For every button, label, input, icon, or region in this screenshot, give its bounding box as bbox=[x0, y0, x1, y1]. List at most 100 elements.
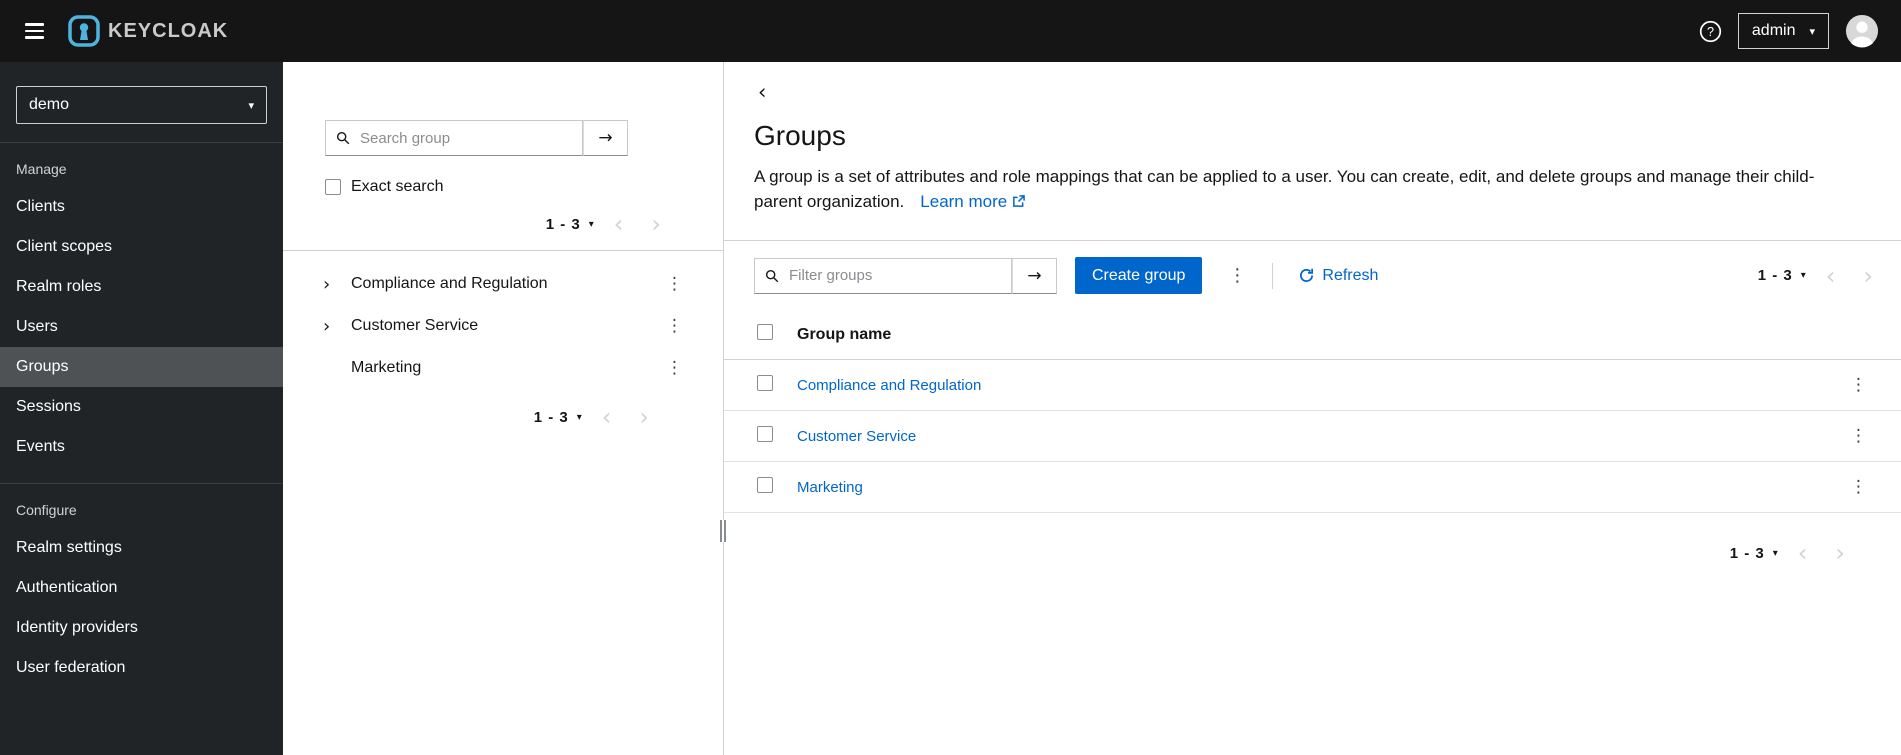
refresh-icon bbox=[1300, 268, 1314, 282]
row-checkbox[interactable] bbox=[757, 375, 773, 391]
sidebar-item-authentication[interactable]: Authentication bbox=[0, 568, 283, 608]
pagination-next-button[interactable]: › bbox=[1821, 541, 1859, 565]
sidebar-item-identity-providers[interactable]: Identity providers bbox=[0, 608, 283, 648]
nav-section-title-manage: Manage bbox=[16, 161, 67, 177]
pagination-prev-button[interactable]: ‹ bbox=[1784, 541, 1822, 565]
page-description-text: A group is a set of attributes and role … bbox=[754, 167, 1815, 211]
pagination-prev-button[interactable]: ‹ bbox=[1812, 264, 1850, 288]
panel-resize-handle[interactable] bbox=[720, 520, 726, 542]
kebab-menu-button[interactable]: ⋮ bbox=[660, 272, 689, 296]
refresh-button[interactable]: Refresh bbox=[1293, 266, 1384, 286]
row-checkbox[interactable] bbox=[757, 426, 773, 442]
sidebar-item-realm-roles[interactable]: Realm roles bbox=[0, 267, 283, 307]
sidebar: demo ▾ Manage Clients Client scopes Real… bbox=[0, 62, 283, 755]
group-search-box bbox=[325, 120, 583, 156]
pagination-range-dropdown[interactable]: 1 - 3 ▾ bbox=[1752, 266, 1812, 285]
table-row: Compliance and Regulation ⋮ bbox=[724, 359, 1901, 411]
exact-search-label: Exact search bbox=[351, 178, 444, 195]
pagination-range-dropdown[interactable]: 1 - 3 ▾ bbox=[1724, 544, 1784, 563]
row-kebab-button[interactable]: ⋮ bbox=[1844, 475, 1873, 499]
group-link[interactable]: Customer Service bbox=[797, 428, 916, 445]
refresh-label: Refresh bbox=[1322, 266, 1379, 284]
learn-more-link[interactable]: Learn more bbox=[920, 189, 1026, 214]
exact-search-checkbox[interactable] bbox=[325, 179, 341, 195]
pagination-prev-button[interactable]: ‹ bbox=[600, 212, 638, 236]
group-link[interactable]: Marketing bbox=[797, 479, 863, 496]
table-pagination-top: 1 - 3 ▾ ‹ › bbox=[1752, 264, 1887, 288]
group-tree-item-label[interactable]: Customer Service bbox=[351, 317, 660, 335]
kebab-menu-button[interactable]: ⋮ bbox=[660, 314, 689, 338]
group-link[interactable]: Compliance and Regulation bbox=[797, 377, 981, 394]
sidebar-item-users[interactable]: Users bbox=[0, 307, 283, 347]
keycloak-logo-icon bbox=[68, 15, 100, 47]
filter-submit-button[interactable]: → bbox=[1012, 257, 1057, 294]
sidebar-item-sessions[interactable]: Sessions bbox=[0, 387, 283, 427]
tree-row: › Customer Service ⋮ bbox=[283, 305, 723, 347]
pagination-range-label: 1 - 3 bbox=[533, 408, 569, 426]
sidebar-item-groups[interactable]: Groups bbox=[0, 347, 283, 387]
keycloak-logo[interactable]: KEYCLOAK bbox=[68, 15, 228, 47]
row-kebab-button[interactable]: ⋮ bbox=[1844, 373, 1873, 397]
hamburger-icon bbox=[24, 36, 44, 39]
search-submit-button[interactable]: → bbox=[583, 120, 628, 156]
username-label: admin bbox=[1751, 22, 1796, 39]
toolbar-kebab-button[interactable]: ⋮ bbox=[1222, 263, 1252, 288]
pagination-range-dropdown[interactable]: 1 - 3 ▾ bbox=[540, 215, 600, 234]
group-tree-item-label[interactable]: Marketing bbox=[351, 359, 660, 377]
row-kebab-button[interactable]: ⋮ bbox=[1844, 424, 1873, 448]
hamburger-icon bbox=[24, 29, 44, 33]
keycloak-logo-text: KEYCLOAK bbox=[108, 19, 229, 42]
realm-selector-label: demo bbox=[29, 96, 70, 113]
tree-pagination-top: 1 - 3 ▾ ‹ › bbox=[540, 212, 675, 236]
learn-more-label: Learn more bbox=[920, 192, 1008, 211]
chevron-down-icon: ▾ bbox=[1800, 270, 1806, 281]
expand-toggle-icon[interactable]: › bbox=[323, 316, 351, 337]
sidebar-item-client-scopes[interactable]: Client scopes bbox=[0, 227, 283, 267]
chevron-down-icon: ▾ bbox=[248, 98, 254, 112]
search-icon bbox=[336, 131, 350, 145]
table-row: Customer Service ⋮ bbox=[724, 410, 1901, 462]
pagination-range-dropdown[interactable]: 1 - 3 ▾ bbox=[528, 408, 588, 427]
sidebar-item-user-federation[interactable]: User federation bbox=[0, 648, 283, 688]
table-row: Marketing ⋮ bbox=[724, 461, 1901, 513]
kebab-menu-button[interactable]: ⋮ bbox=[660, 356, 689, 380]
groups-tree-panel: → Exact search 1 - 3 ▾ ‹ › bbox=[283, 62, 726, 755]
help-button[interactable]: ? bbox=[1699, 20, 1722, 43]
sidebar-item-realm-settings[interactable]: Realm settings bbox=[0, 528, 283, 568]
pagination-next-button[interactable]: › bbox=[1849, 264, 1887, 288]
avatar[interactable] bbox=[1845, 14, 1879, 48]
svg-text:?: ? bbox=[1707, 25, 1714, 39]
chevron-down-icon: ▾ bbox=[588, 218, 594, 230]
sidebar-item-clients[interactable]: Clients bbox=[0, 187, 283, 227]
filter-groups-box bbox=[754, 257, 1012, 294]
toolbar-divider bbox=[1272, 262, 1274, 289]
page-title: Groups bbox=[754, 120, 846, 151]
pagination-next-button[interactable]: › bbox=[637, 212, 675, 236]
row-checkbox[interactable] bbox=[757, 477, 773, 493]
pagination-next-button[interactable]: › bbox=[625, 405, 663, 429]
drawer-collapse-button[interactable]: ‹ bbox=[754, 80, 770, 104]
create-group-button[interactable]: Create group bbox=[1075, 257, 1203, 294]
pagination-prev-button[interactable]: ‹ bbox=[588, 405, 626, 429]
sidebar-toggle-button[interactable] bbox=[12, 9, 56, 53]
filter-groups-input[interactable] bbox=[787, 266, 1001, 285]
expand-toggle-icon[interactable]: › bbox=[323, 274, 351, 295]
sidebar-item-events[interactable]: Events bbox=[0, 427, 283, 467]
table-header-row: Group name bbox=[724, 310, 1901, 360]
user-menu-dropdown[interactable]: admin ▾ bbox=[1737, 13, 1829, 49]
page-header: ‹ Groups A group is a set of attributes … bbox=[724, 62, 1901, 214]
nav-section-title-configure: Configure bbox=[16, 502, 77, 518]
chevron-down-icon: ▾ bbox=[576, 411, 582, 423]
tree-row: Marketing ⋮ bbox=[283, 347, 723, 389]
select-all-checkbox[interactable] bbox=[757, 324, 773, 340]
page-description: A group is a set of attributes and role … bbox=[754, 164, 1854, 214]
group-tree-item-label[interactable]: Compliance and Regulation bbox=[351, 275, 660, 293]
hamburger-icon bbox=[24, 23, 44, 26]
external-link-icon bbox=[1013, 195, 1026, 207]
help-icon: ? bbox=[1699, 20, 1722, 42]
keycloak-admin-console: KEYCLOAK ? admin ▾ demo ▾ Manage Clients… bbox=[0, 0, 1901, 755]
tree-row: › Compliance and Regulation ⋮ bbox=[283, 263, 723, 305]
realm-selector[interactable]: demo ▾ bbox=[16, 86, 267, 124]
group-search-input[interactable] bbox=[358, 128, 572, 148]
masthead-actions: ? admin ▾ bbox=[1699, 13, 1879, 49]
